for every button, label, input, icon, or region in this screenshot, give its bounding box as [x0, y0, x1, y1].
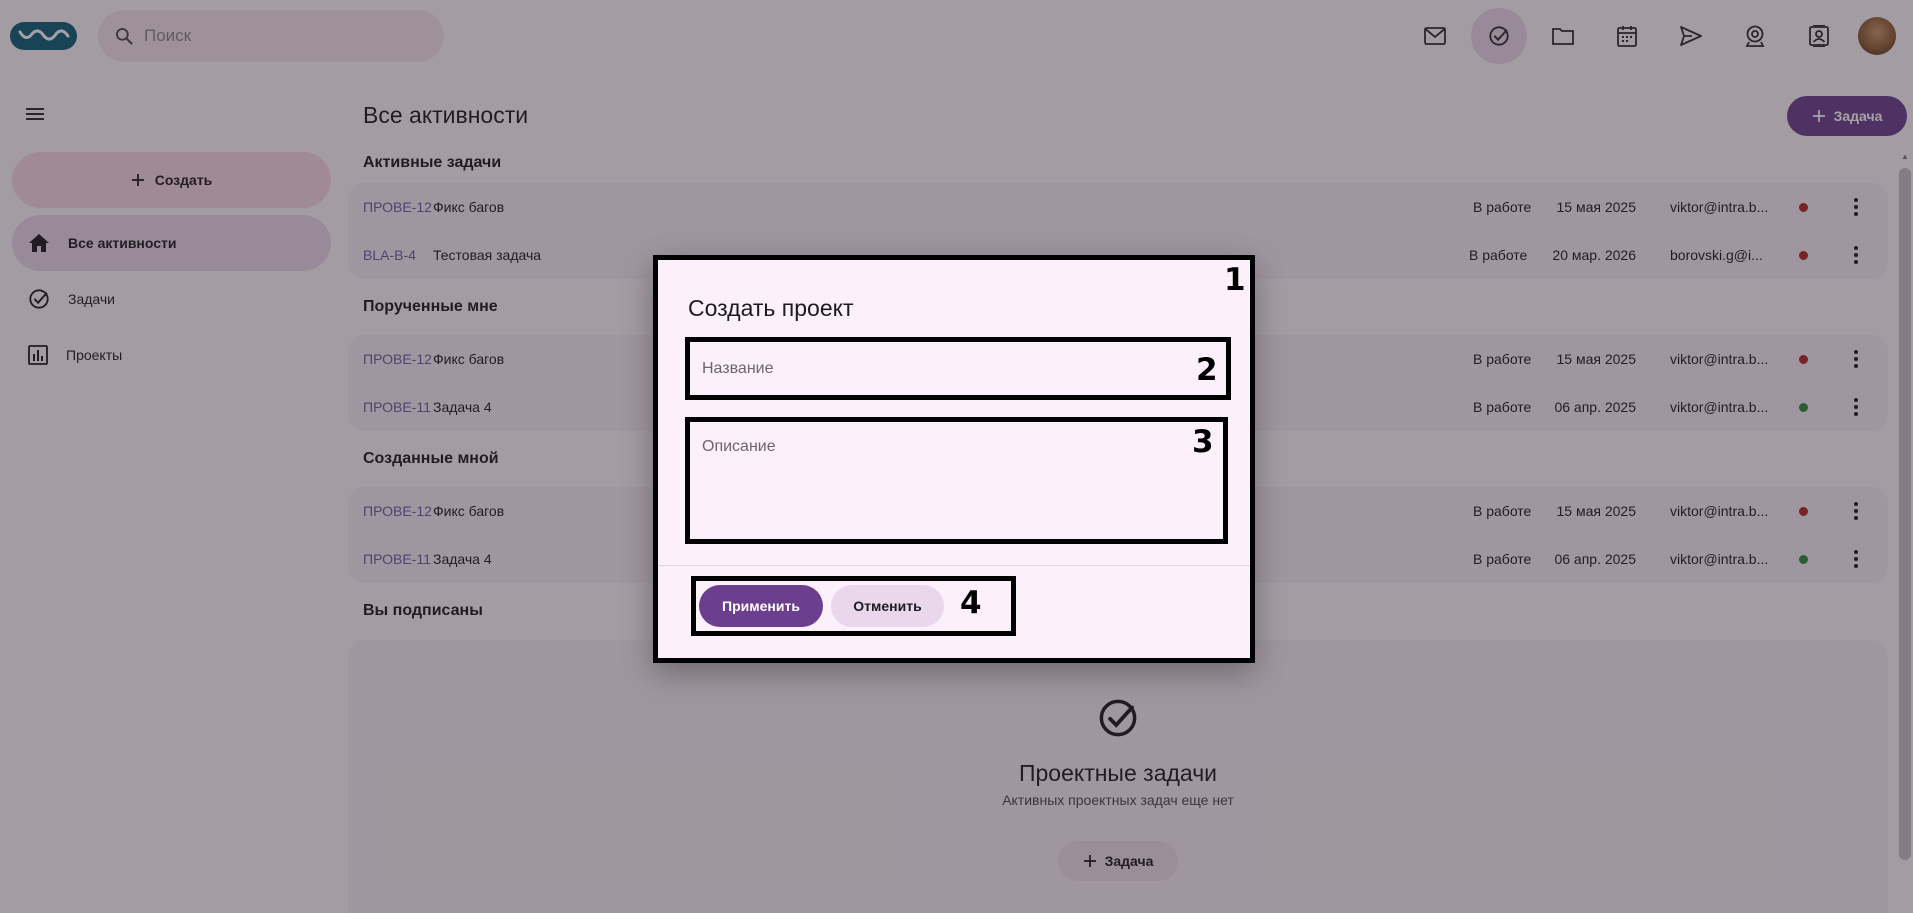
cancel-button[interactable]: Отменить — [831, 585, 944, 627]
marker-1: 1 — [1224, 262, 1246, 298]
name-field-box: 2 — [685, 337, 1231, 400]
project-description-input[interactable] — [702, 438, 1182, 528]
project-name-input[interactable] — [702, 358, 1182, 380]
create-project-dialog: 1 Создать проект 2 3 Применить Отменить … — [653, 255, 1255, 663]
dialog-title: Создать проект — [688, 295, 854, 321]
marker-4: 4 — [960, 585, 982, 621]
marker-2: 2 — [1196, 352, 1218, 388]
marker-3: 3 — [1192, 424, 1214, 460]
apply-button[interactable]: Применить — [699, 585, 823, 627]
description-field-box: 3 — [685, 417, 1228, 544]
dialog-actions-box: Применить Отменить 4 — [691, 576, 1016, 636]
dialog-divider — [658, 565, 1250, 566]
